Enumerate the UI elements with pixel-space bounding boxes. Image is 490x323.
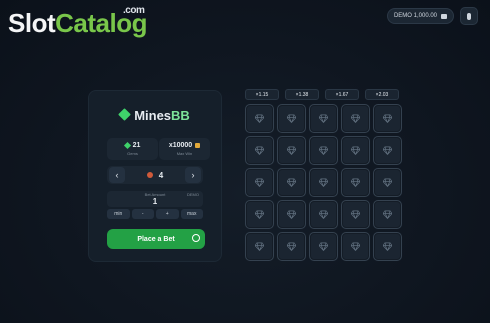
diamond-icon [351,242,360,251]
grid-tile[interactable] [277,168,306,197]
diamond-icon [255,178,264,187]
autoplay-icon[interactable] [192,234,200,242]
top-bar: DEMO 1,000.00 [386,7,478,25]
grid-tile[interactable] [373,200,402,229]
diamond-icon [319,114,328,123]
max-win-stat: x10000 Max Win [159,138,210,160]
grid-tile[interactable] [245,136,274,165]
bet-amount-field[interactable]: Bet Amount DEMO 1 [107,191,203,207]
diamond-icon [351,114,360,123]
diamond-icon [255,242,264,251]
title-accent: BB [171,108,190,123]
grid-tile[interactable] [245,232,274,261]
diamond-icon [383,114,392,123]
decrease-mines-button[interactable]: ‹ [109,167,125,183]
grid-tile[interactable] [309,104,338,133]
grid-tile[interactable] [245,104,274,133]
grid-tile[interactable] [341,232,370,261]
diamond-icon [351,178,360,187]
max-win-value: x10000 [168,142,193,149]
grid-tile[interactable] [373,232,402,261]
place-bet-button[interactable]: Place a Bet [107,229,205,249]
grid-tile[interactable] [245,200,274,229]
grid-tile[interactable] [309,200,338,229]
game-title: MinesBB [89,108,221,123]
place-bet-label: Place a Bet [137,235,175,243]
gem-icon [123,141,131,150]
mines-stepper: ‹ 4 › [107,166,203,184]
gems-label: Gems [127,151,138,156]
slotcatalog-watermark: SlotCatalog .com [8,5,147,39]
diamond-icon [383,210,392,219]
microphone-icon [467,12,471,20]
bet-min-button[interactable]: min [107,209,130,219]
multiplier-1: ×1.15 [245,89,279,100]
bet-amount-value[interactable]: 1 [107,197,203,206]
grid-tile[interactable] [373,104,402,133]
diamond-icon [383,178,392,187]
mines-grid [245,104,402,261]
bomb-icon [146,172,153,178]
diamond-icon [287,210,296,219]
multiplier-3: ×1.67 [325,89,359,100]
grid-tile[interactable] [341,136,370,165]
grid-tile[interactable] [309,136,338,165]
grid-tile[interactable] [373,136,402,165]
gem-logo-icon [118,108,132,121]
grid-tile[interactable] [341,168,370,197]
diamond-icon [383,242,392,251]
multiplier-bar: ×1.15 ×1.38 ×1.67 ×2.03 [245,89,399,100]
multiplier-4: ×2.03 [365,89,399,100]
bet-max-button[interactable]: max [180,209,203,219]
gems-value: 21 [132,142,141,149]
max-win-label: Max Win [176,151,193,156]
diamond-icon [319,242,328,251]
gems-stat: 21 Gems [107,138,158,160]
bet-increase-button[interactable]: + [156,209,179,219]
diamond-icon [255,210,264,219]
diamond-icon [351,146,360,155]
diamond-icon [319,178,328,187]
increase-mines-button[interactable]: › [184,167,201,183]
diamond-icon [319,146,328,155]
diamond-icon [287,146,296,155]
grid-tile[interactable] [277,136,306,165]
wallet-icon [441,13,447,19]
grid-tile[interactable] [373,168,402,197]
bet-decrease-button[interactable]: - [131,209,154,219]
grid-tile[interactable] [277,232,306,261]
grid-tile[interactable] [309,232,338,261]
diamond-icon [319,210,328,219]
control-panel: MinesBB 21 Gems x10000 Max Win ‹ 4 › Bet… [88,90,222,262]
grid-tile[interactable] [341,200,370,229]
mines-count: 4 [158,170,164,180]
bet-adjust-buttons: min - + max [107,209,203,219]
sound-button[interactable] [460,7,478,25]
diamond-icon [255,146,264,155]
grid-tile[interactable] [309,168,338,197]
diamond-icon [351,210,360,219]
diamond-icon [287,114,296,123]
watermark-com: .com [123,5,145,16]
watermark-slot: Slot [8,8,56,38]
title-main: Mines [134,108,172,123]
grid-tile[interactable] [277,200,306,229]
diamond-icon [287,178,296,187]
bag-icon [195,143,201,148]
grid-tile[interactable] [277,104,306,133]
multiplier-2: ×1.38 [285,89,319,100]
balance-value: DEMO 1,000.00 [393,13,437,19]
diamond-icon [287,242,296,251]
diamond-icon [383,146,392,155]
diamond-icon [255,114,264,123]
grid-tile[interactable] [341,104,370,133]
balance-display: DEMO 1,000.00 [386,8,454,24]
grid-tile[interactable] [245,168,274,197]
